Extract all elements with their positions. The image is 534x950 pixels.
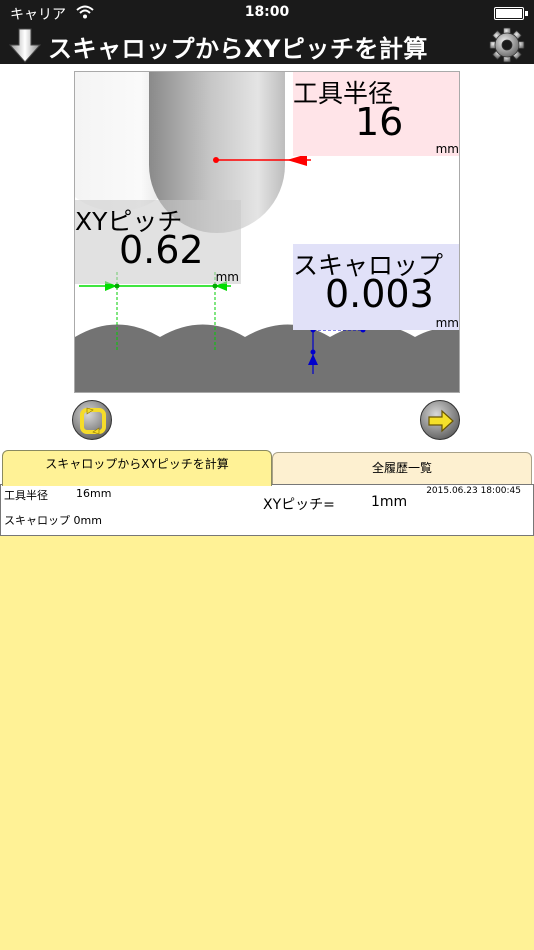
top-bar: キャリア 18:00 スキャロップからXYピッチを計算 xyxy=(0,0,534,64)
tool-radius-unit: mm xyxy=(435,142,459,156)
status-time: 18:00 xyxy=(244,4,290,20)
download-arrow-icon[interactable] xyxy=(8,27,42,63)
scallop-diagram: 工具半径 16 mm XYピッチ 0.62 mm スキャロップ 0.003 mm xyxy=(74,71,460,393)
record-timestamp: 2015.06.23 18:00:45 xyxy=(426,486,521,496)
record-scallop-label: スキャロップ xyxy=(4,514,70,527)
record-radius-value: 16mm xyxy=(76,487,112,500)
tool-radius-value: 16 xyxy=(355,100,404,144)
workpiece-material xyxy=(75,324,459,392)
navigation-bar: スキャロップからXYピッチを計算 xyxy=(0,26,534,64)
record-radius-label: 工具半径 xyxy=(4,489,48,502)
scallop-point-bottom xyxy=(310,349,316,355)
xy-pitch-field[interactable]: XYピッチ 0.62 mm xyxy=(75,200,241,284)
tool-radius-field[interactable]: 工具半径 16 mm xyxy=(293,72,459,156)
refresh-button[interactable] xyxy=(72,400,112,440)
history-panel: 工具半径 16mm スキャロップ 0mm XYピッチ= 1mm 2015.06.… xyxy=(0,484,534,950)
pitch-point-left xyxy=(114,283,120,289)
xy-pitch-unit: mm xyxy=(215,270,239,284)
xy-pitch-value: 0.62 xyxy=(119,228,204,272)
record-radius: 工具半径 16mm xyxy=(4,487,111,503)
pitch-point-right xyxy=(212,283,218,289)
refresh-icon xyxy=(80,407,106,435)
arrow-right-icon xyxy=(428,409,454,433)
record-xy-label: XYピッチ= xyxy=(263,497,335,513)
scallop-field[interactable]: スキャロップ 0.003 mm xyxy=(293,244,459,330)
tab-bar: スキャロップからXYピッチを計算 全履歴一覧 xyxy=(0,450,534,486)
history-record[interactable]: 工具半径 16mm スキャロップ 0mm XYピッチ= 1mm 2015.06.… xyxy=(0,484,534,536)
scallop-value: 0.003 xyxy=(325,272,434,316)
gear-icon[interactable] xyxy=(488,27,526,63)
scallop-unit: mm xyxy=(435,316,459,330)
next-button[interactable] xyxy=(420,400,460,440)
record-scallop-value: 0mm xyxy=(73,514,102,527)
tab-all-history[interactable]: 全履歴一覧 xyxy=(272,452,532,486)
battery-icon xyxy=(494,7,524,20)
record-scallop: スキャロップ 0mm xyxy=(4,512,102,528)
tab-scallop-to-xy-pitch[interactable]: スキャロップからXYピッチを計算 xyxy=(2,450,272,486)
page-title: スキャロップからXYピッチを計算 xyxy=(48,35,428,63)
battery-tip xyxy=(525,11,528,16)
record-xy-pitch: XYピッチ= 1mm xyxy=(263,494,407,514)
record-xy-value: 1mm xyxy=(371,494,408,510)
status-bar: キャリア 18:00 xyxy=(0,0,534,26)
